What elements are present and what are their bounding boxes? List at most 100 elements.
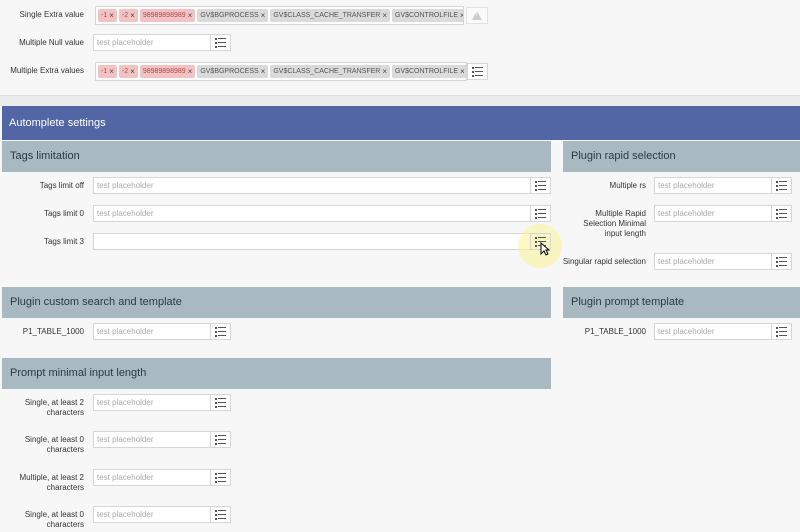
list-icon: [215, 435, 226, 445]
tag-chip: 98989898989 ×: [139, 65, 196, 78]
tag-remove-icon[interactable]: ×: [382, 9, 387, 22]
prompt-template-list-button[interactable]: [771, 323, 792, 340]
tag-label: 98989898989: [142, 12, 186, 19]
multiple-rapid-min-input[interactable]: test placeholder: [654, 205, 772, 222]
prompt-template-header: Plugin prompt template: [563, 287, 800, 318]
prompt-min-row-3-list-button[interactable]: [210, 469, 231, 486]
multiple-extra-list-button[interactable]: [467, 63, 488, 80]
tag-remove-icon[interactable]: ×: [460, 9, 463, 22]
panel-title: Automplete settings: [2, 106, 800, 140]
tag-label: GV$CONTROLFILE: [395, 12, 459, 19]
tags-limit-0-list-button[interactable]: [530, 205, 551, 222]
tag-chip: GV$CLASS_CACHE_TRANSFER ×: [270, 9, 390, 22]
tag-remove-icon[interactable]: ×: [460, 65, 465, 78]
tags-limit-off-list-button[interactable]: [530, 177, 551, 194]
tags-limit-off-input[interactable]: test placeholder: [93, 177, 531, 194]
single-extra-label: Single Extra value: [19, 10, 84, 19]
prompt-min-row-4-label: Single, at least 0 characters: [24, 510, 84, 529]
list-icon: [776, 327, 787, 337]
multiple-null-list-button[interactable]: [210, 34, 231, 51]
tags-limit-0-label: Tags limit 0: [43, 209, 84, 218]
tag-remove-icon[interactable]: ×: [130, 65, 135, 78]
tags-limit-3-label: Tags limit 3: [43, 237, 84, 246]
singular-rapid-input[interactable]: test placeholder: [654, 253, 772, 270]
tag-remove-icon[interactable]: ×: [109, 65, 114, 78]
tag-label: 98989898989: [142, 68, 186, 75]
tag-chip: -1 ×: [98, 65, 117, 78]
single-extra-tags-field[interactable]: -1 × -2 × 98989898989 × GV$BGPROCESS × GV$CLASS_…: [95, 6, 464, 25]
singular-rapid-list-button[interactable]: [771, 253, 792, 270]
custom-search-list-button[interactable]: [210, 323, 231, 340]
prompt-min-row-1-input[interactable]: test placeholder: [93, 394, 211, 411]
tag-remove-icon[interactable]: ×: [188, 9, 193, 22]
list-icon: [215, 327, 226, 337]
mouse-pointer-icon: [540, 242, 550, 256]
tag-label: GV$CLASS_CACHE_TRANSFER: [273, 12, 381, 19]
list-icon: [215, 510, 226, 520]
custom-search-label: P1_TABLE_1000: [22, 327, 84, 336]
prompt-min-row-2-label: Single, at least 0 characters: [24, 435, 84, 454]
tag-label: GV$BGPROCESS: [200, 68, 259, 75]
tag-label: GV$CONTROLFILE: [395, 68, 459, 75]
tag-label: -2: [121, 68, 129, 75]
tag-chip: GV$CLASS_CACHE_TRANSFER ×: [270, 65, 390, 78]
single-extra-warning-button[interactable]: [466, 7, 488, 24]
prompt-template-label: P1_TABLE_1000: [584, 327, 646, 336]
list-icon: [776, 181, 787, 191]
prompt-min-row-2-list-button[interactable]: [210, 431, 231, 448]
tag-remove-icon[interactable]: ×: [130, 9, 135, 22]
list-icon: [215, 38, 226, 48]
prompt-template-input[interactable]: test placeholder: [654, 323, 772, 340]
tag-chip: GV$CONTROLFILE×: [392, 65, 466, 78]
prompt-min-row-1-list-button[interactable]: [210, 394, 231, 411]
singular-rapid-label: Singular rapid selection: [562, 257, 646, 266]
multiple-rs-list-button[interactable]: [771, 177, 792, 194]
multiple-extra-tags-field[interactable]: -1 × -2 × 98989898989 × GV$BGPROCESS × GV$CLASS_…: [95, 62, 467, 81]
prompt-min-row-4-list-button[interactable]: [210, 506, 231, 523]
prompt-min-row-1-label: Single, at least 2 characters: [24, 398, 84, 417]
tag-label: GV$CLASS_CACHE_TRANSFER: [273, 68, 381, 75]
tag-remove-icon[interactable]: ×: [382, 65, 387, 78]
tag-chip: -2 ×: [118, 65, 138, 78]
plugin-rapid-header: Plugin rapid selection: [563, 141, 800, 172]
tag-label: -2: [121, 12, 129, 19]
multiple-rapid-min-label: Multiple Rapid Selection Minimal input l…: [583, 209, 646, 238]
custom-search-header: Plugin custom search and template: [2, 287, 551, 318]
multiple-null-input[interactable]: test placeholder: [93, 34, 211, 51]
warning-icon: [472, 11, 482, 20]
multiple-rapid-min-list-button[interactable]: [771, 205, 792, 222]
tag-chip: -2 ×: [118, 9, 138, 22]
prompt-min-row-3-input[interactable]: test placeholder: [93, 469, 211, 486]
tag-label: -1: [101, 12, 108, 19]
tags-limit-0-input[interactable]: test placeholder: [93, 205, 531, 222]
multiple-rs-input[interactable]: test placeholder: [654, 177, 772, 194]
prompt-min-row-2-input[interactable]: test placeholder: [93, 431, 211, 448]
tags-limitation-header: Tags limitation: [2, 141, 551, 172]
multiple-null-label: Multiple Null value: [19, 38, 84, 47]
tag-label: -1: [101, 68, 108, 75]
multiple-rs-label: Multiple rs: [609, 181, 646, 190]
prompt-min-row-4-input[interactable]: test placeholder: [93, 506, 211, 523]
list-icon: [776, 209, 787, 219]
top-panel: Single Extra value -1 × -2 × 98989898989 × GV$…: [0, 0, 800, 96]
list-icon: [776, 257, 787, 267]
tag-chip: -1 ×: [98, 9, 117, 22]
list-icon: [215, 398, 226, 408]
tag-chip: GV$BGPROCESS ×: [197, 65, 269, 78]
tags-limit-3-input[interactable]: [93, 233, 531, 250]
tag-remove-icon[interactable]: ×: [261, 65, 266, 78]
prompt-min-header: Prompt minimal input length: [2, 358, 551, 389]
list-icon: [535, 209, 546, 219]
custom-search-input[interactable]: test placeholder: [93, 323, 211, 340]
tag-remove-icon[interactable]: ×: [188, 65, 193, 78]
list-icon: [472, 67, 483, 77]
tag-chip: GV$BGPROCESS ×: [197, 9, 269, 22]
prompt-min-row-3-label: Multiple, at least 2 characters: [19, 473, 84, 492]
tag-remove-icon[interactable]: ×: [261, 9, 266, 22]
tag-chip: GV$CONTROLFILE×: [392, 9, 463, 22]
tag-remove-icon[interactable]: ×: [109, 9, 114, 22]
list-icon: [215, 473, 226, 483]
list-icon: [535, 181, 546, 191]
tag-label: GV$BGPROCESS: [200, 12, 259, 19]
tags-limit-off-label: Tags limit off: [39, 181, 84, 190]
